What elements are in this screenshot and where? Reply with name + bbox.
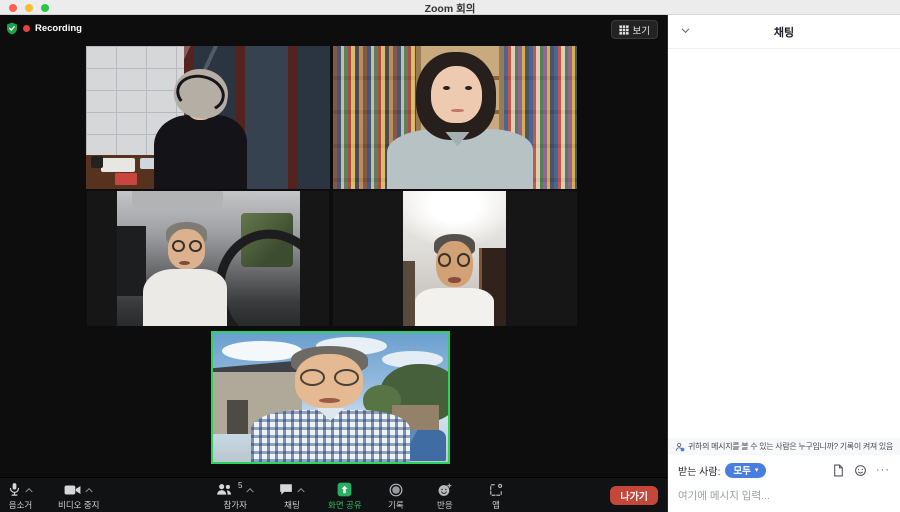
recipient-selector[interactable]: 모두 ▾ [725,463,766,478]
participants-count-badge: 5 [238,481,242,490]
car-window-left [117,226,146,296]
desk-clutter [91,156,103,167]
chat-bubble-icon [279,483,293,496]
mute-button[interactable]: 음소거 [8,481,33,511]
building-door [227,400,248,434]
meeting-toolbar: 음소거 비디오 중지 5 참 [0,477,667,512]
chat-input-row [668,482,900,512]
chevron-up-icon[interactable] [297,487,305,493]
participants-button[interactable]: 5 참가자 [216,481,254,511]
stop-video-label: 비디오 중지 [58,499,99,511]
video-feed [86,46,330,189]
record-icon [389,483,403,497]
grid-view-icon [619,25,629,35]
participants-label: 참가자 [223,499,246,511]
chat-privacy-notice: 귀하의 메시지를 볼 수 있는 사람은 누구입니까? 기록이 켜져 있음 [668,438,900,455]
recording-indicator: Recording [6,22,82,35]
apps-icon [489,483,503,497]
reactions-button[interactable]: 반응 [437,481,453,511]
window-titlebar: Zoom 회의 [0,0,900,15]
person-torso [143,269,227,326]
person-badge-icon [675,442,685,452]
car-visor [132,191,224,210]
person-torso [415,288,493,326]
zoom-window: Zoom 회의 Recording 보기 [0,0,900,512]
microphone-icon [8,482,21,497]
view-button[interactable]: 보기 [611,20,658,39]
chat-message-list [668,49,900,438]
recording-dot-icon [23,25,30,32]
video-camera-icon [64,484,81,496]
person-torso [154,115,247,189]
chat-privacy-notice-text: 귀하의 메시지를 볼 수 있는 사람은 누구입니까? 기록이 켜져 있음 [688,441,893,452]
person-mouth [448,277,460,282]
video-feed [213,333,448,462]
dropdown-arrow-icon: ▾ [755,466,759,474]
video-area: Recording 보기 [0,15,667,477]
chevron-up-icon[interactable] [25,487,33,493]
share-screen-button[interactable]: 화면 공유 [328,481,362,511]
video-feed [403,191,506,326]
emoji-icon[interactable] [854,464,867,477]
chevron-up-icon[interactable] [85,487,93,493]
reactions-label: 반응 [437,499,453,511]
share-screen-label: 화면 공유 [328,499,362,511]
apps-label: 앱 [492,499,500,511]
glasses-lens [438,253,451,267]
leave-meeting-button[interactable]: 나가기 [610,486,658,505]
glasses-lens [300,369,325,386]
person-face [431,66,482,123]
video-feed [333,46,577,189]
chat-button-label: 채팅 [284,499,300,511]
video-tile-participant-3[interactable] [87,191,329,326]
mute-label: 음소거 [9,499,32,511]
chat-message-input[interactable] [678,490,890,502]
person-mouth [319,398,340,403]
glasses-lens [457,253,470,267]
shield-check-icon [6,22,18,35]
video-feed [117,191,300,326]
more-options-icon[interactable]: ··· [876,467,890,473]
record-label: 기록 [388,499,404,511]
desk-clutter [115,173,137,184]
glasses-lens [172,240,185,252]
chat-button[interactable]: 채팅 [279,481,305,511]
video-tile-active-speaker[interactable] [211,331,450,464]
chat-actions: ··· [832,464,890,477]
chevron-up-icon[interactable] [246,487,254,493]
recording-label: Recording [35,23,82,34]
recipient-value: 모두 [733,463,750,477]
video-tile-participant-4[interactable] [333,191,577,326]
share-screen-icon [337,482,352,497]
video-tile-participant-1[interactable] [86,46,330,189]
file-attach-icon[interactable] [832,464,845,477]
recipient-label: 받는 사람: [678,463,720,478]
glasses-lens [334,369,359,386]
glasses-lens [189,240,202,252]
view-button-label: 보기 [633,23,650,37]
participants-icon [216,483,233,496]
desk-clutter [101,158,135,172]
chat-footer: 귀하의 메시지를 볼 수 있는 사람은 누구입니까? 기록이 켜져 있음 받는 … [668,438,900,512]
reactions-smiley-icon [438,483,452,497]
chat-panel-title: 채팅 [774,24,794,40]
door-frame [403,261,415,326]
chat-recipient-row: 받는 사람: 모두 ▾ ··· [668,458,900,482]
stop-video-button[interactable]: 비디오 중지 [58,481,99,511]
record-button[interactable]: 기록 [388,481,404,511]
chevron-down-icon[interactable] [680,25,692,37]
apps-button[interactable]: 앱 [489,481,503,511]
chat-panel: 채팅 귀하의 메시지를 볼 수 있는 사람은 누구입니까? 기록이 켜져 있음 … [667,15,900,512]
video-tile-participant-2[interactable] [333,46,577,189]
chat-header: 채팅 [668,15,900,49]
window-title: Zoom 회의 [0,1,900,16]
